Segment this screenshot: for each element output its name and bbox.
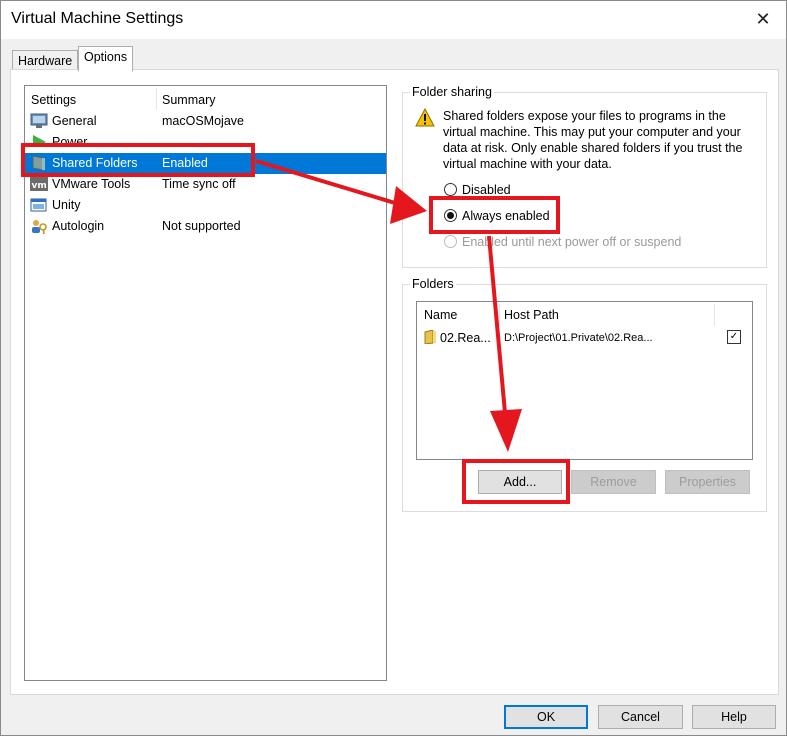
shared-folder-icon xyxy=(32,155,45,171)
settings-item-label: VMware Tools xyxy=(52,177,131,191)
warning-message: Shared folders expose your files to prog… xyxy=(443,109,743,171)
radio-label: Enabled until next power off or suspend xyxy=(462,235,682,249)
column-divider xyxy=(156,88,157,110)
name-column-header[interactable]: Name xyxy=(424,307,457,323)
tab-options[interactable]: Options xyxy=(78,46,134,72)
settings-item-summary: Enabled xyxy=(162,156,208,170)
settings-item-label: General xyxy=(52,114,97,128)
close-icon[interactable]: ✕ xyxy=(740,1,786,39)
monitor-icon xyxy=(30,113,48,128)
dialog-window: Virtual Machine Settings ✕ Hardware Opti… xyxy=(0,0,787,736)
cancel-button[interactable]: Cancel xyxy=(598,705,683,729)
settings-item-autologin[interactable]: Autologin Not supported xyxy=(25,216,386,237)
add-button[interactable]: Add... xyxy=(478,470,562,494)
column-divider xyxy=(499,304,500,326)
radio-enabled-until-power-off[interactable]: Enabled until next power off or suspend xyxy=(444,234,704,252)
settings-item-label: Shared Folders xyxy=(52,156,138,170)
radio-button[interactable] xyxy=(444,235,457,248)
settings-item-power[interactable]: Power xyxy=(25,132,386,143)
settings-item-label: Power xyxy=(52,135,88,143)
users-key-icon xyxy=(32,220,47,234)
settings-item-summary: macOSMojave xyxy=(162,114,244,128)
settings-column-header[interactable]: Settings xyxy=(31,92,76,108)
title-bar: Virtual Machine Settings ✕ xyxy=(1,1,786,39)
folder-sharing-title: Folder sharing xyxy=(410,84,494,100)
warning-icon xyxy=(415,108,435,127)
folders-list[interactable]: Name Host Path 02.Rea... D:\Project\01.P… xyxy=(416,301,753,460)
radio-label: Disabled xyxy=(462,183,511,197)
host-path-column-header[interactable]: Host Path xyxy=(504,307,559,323)
help-button[interactable]: Help xyxy=(692,705,776,729)
radio-disabled[interactable]: Disabled xyxy=(444,182,564,200)
radio-label: Always enabled xyxy=(462,209,550,223)
vmware-tools-icon: vm xyxy=(30,177,48,191)
power-play-icon xyxy=(33,135,46,143)
settings-item-label: Autologin xyxy=(52,219,105,233)
settings-list[interactable]: Settings Summary General macOSMojave Pow… xyxy=(24,85,387,681)
folder-icon xyxy=(424,330,436,344)
unity-window-icon xyxy=(30,198,47,212)
settings-item-unity[interactable]: Unity xyxy=(25,195,386,216)
folder-enabled-checkbox[interactable]: ✓ xyxy=(727,330,741,344)
ok-button[interactable]: OK xyxy=(504,705,588,729)
radio-button[interactable] xyxy=(444,209,457,222)
folder-host-path-cell: D:\Project\01.Private\02.Rea... xyxy=(504,332,653,344)
settings-item-label: Unity xyxy=(52,198,81,212)
settings-item-vmware-tools[interactable]: vm VMware Tools Time sync off xyxy=(25,174,386,195)
radio-always-enabled[interactable]: Always enabled xyxy=(444,208,564,226)
remove-button[interactable]: Remove xyxy=(571,470,656,494)
window-title: Virtual Machine Settings xyxy=(11,10,184,27)
settings-item-shared-folders[interactable]: Shared Folders Enabled xyxy=(25,153,386,174)
column-divider xyxy=(714,304,715,326)
tab-hardware[interactable]: Hardware xyxy=(12,50,79,71)
settings-item-summary: Not supported xyxy=(162,219,241,233)
settings-item-general[interactable]: General macOSMojave xyxy=(25,111,386,132)
svg-text:vm: vm xyxy=(32,181,47,191)
settings-item-summary: Time sync off xyxy=(162,177,236,191)
folder-name-cell[interactable]: 02.Rea... xyxy=(440,330,491,346)
folders-title: Folders xyxy=(410,276,456,292)
summary-column-header[interactable]: Summary xyxy=(162,92,215,108)
radio-button[interactable] xyxy=(444,183,457,196)
properties-button[interactable]: Properties xyxy=(665,470,750,494)
